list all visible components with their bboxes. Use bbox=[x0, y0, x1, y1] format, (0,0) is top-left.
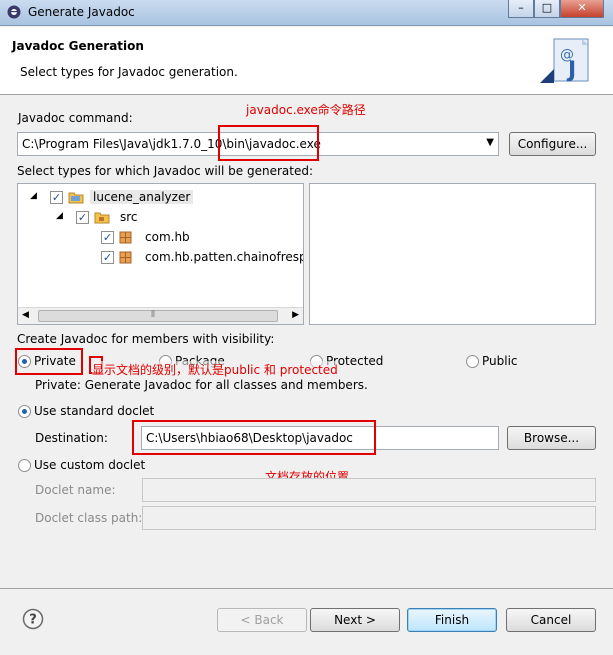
tree-label: lucene_analyzer bbox=[90, 190, 194, 204]
visibility-label: Create Javadoc for members with visibili… bbox=[17, 332, 275, 346]
next-button[interactable]: Next > bbox=[310, 608, 400, 632]
checkbox-package[interactable]: ✓ bbox=[101, 231, 114, 244]
radio-custom-doclet-label: Use custom doclet bbox=[34, 458, 146, 472]
close-button[interactable]: ✕ bbox=[560, 0, 604, 18]
scroll-thumb[interactable]: ⦀ bbox=[38, 310, 278, 322]
project-folder-icon bbox=[68, 192, 84, 204]
radio-custom-doclet[interactable]: Use custom doclet bbox=[18, 458, 178, 474]
types-label: Select types for which Javadoc will be g… bbox=[17, 164, 313, 178]
expand-arrow-icon[interactable]: ◢ bbox=[30, 191, 37, 201]
checkbox-project[interactable]: ✓ bbox=[50, 191, 63, 204]
annotation-box-private bbox=[15, 348, 83, 375]
radio-public-button[interactable] bbox=[466, 355, 479, 368]
radio-public[interactable]: Public bbox=[466, 354, 546, 370]
tree-label: com.hb bbox=[145, 230, 190, 244]
footer-separator bbox=[0, 588, 613, 589]
tree-horizontal-scrollbar[interactable]: ◀ ⦀ ▶ bbox=[18, 307, 303, 324]
minimize-button[interactable]: – bbox=[508, 0, 534, 18]
scroll-left-icon[interactable]: ◀ bbox=[22, 310, 29, 320]
source-folder-icon bbox=[94, 212, 110, 224]
tree-item-project[interactable]: ◢ ✓ lucene_analyzer bbox=[18, 188, 303, 208]
radio-custom-doclet-button[interactable] bbox=[18, 459, 31, 472]
svg-text:?: ? bbox=[29, 613, 37, 628]
maximize-button[interactable]: □ bbox=[534, 0, 560, 18]
destination-label: Destination: bbox=[35, 431, 108, 445]
browse-button[interactable]: Browse... bbox=[507, 426, 596, 450]
help-icon[interactable]: ? bbox=[22, 608, 44, 630]
page-title: Javadoc Generation bbox=[12, 39, 144, 53]
page-subtitle: Select types for Javadoc generation. bbox=[20, 65, 238, 79]
doclet-class-path-input bbox=[142, 506, 596, 530]
title-bar: Generate Javadoc – □ ✕ bbox=[0, 0, 613, 26]
svg-text:J: J bbox=[566, 58, 576, 83]
scroll-right-icon[interactable]: ▶ bbox=[292, 310, 299, 320]
finish-button[interactable]: Finish bbox=[407, 608, 497, 632]
tree-label: com.hb.patten.chainofrespo bbox=[145, 250, 303, 264]
annotation-javadoc-path: javadoc.exe命令路径 bbox=[246, 103, 366, 117]
grip-icon: ⦀ bbox=[151, 310, 155, 320]
radio-standard-doclet[interactable]: Use standard doclet bbox=[18, 404, 178, 420]
tree-label: src bbox=[120, 210, 138, 224]
visibility-description: Private: Generate Javadoc for all classe… bbox=[35, 378, 368, 392]
javadoc-command-label: Javadoc command: bbox=[18, 111, 133, 125]
doclet-name-label: Doclet name: bbox=[35, 483, 116, 497]
annotation-visibility-level: 显示文档的级别，默认是public 和 protected bbox=[92, 361, 338, 378]
configure-button[interactable]: Configure... bbox=[509, 132, 596, 156]
chevron-down-icon[interactable]: ▼ bbox=[486, 137, 494, 148]
radio-standard-doclet-label: Use standard doclet bbox=[34, 404, 155, 418]
annotation-box-destination bbox=[132, 420, 376, 455]
window-title: Generate Javadoc bbox=[28, 5, 135, 19]
package-icon bbox=[119, 251, 132, 264]
doclet-class-path-label: Doclet class path: bbox=[35, 511, 143, 525]
javadoc-wizard-icon: @ J bbox=[540, 38, 589, 83]
doclet-name-input bbox=[142, 478, 596, 502]
package-icon bbox=[119, 231, 132, 244]
radio-public-label: Public bbox=[482, 354, 518, 368]
tree-item-package[interactable]: ✓ com.hb.patten.chainofrespo bbox=[18, 248, 303, 268]
wizard-header: Javadoc Generation Select types for Java… bbox=[0, 27, 613, 95]
tree-item-package[interactable]: ✓ com.hb bbox=[18, 228, 303, 248]
back-button[interactable]: < Back bbox=[217, 608, 307, 632]
eclipse-icon bbox=[7, 5, 21, 19]
annotation-box-javadoc-exe bbox=[218, 125, 319, 161]
types-members-list[interactable] bbox=[309, 183, 596, 325]
checkbox-package[interactable]: ✓ bbox=[101, 251, 114, 264]
checkbox-src[interactable]: ✓ bbox=[76, 211, 89, 224]
expand-arrow-icon[interactable]: ◢ bbox=[56, 211, 63, 221]
tree-item-src[interactable]: ◢ ✓ src bbox=[18, 208, 303, 228]
radio-standard-doclet-button[interactable] bbox=[18, 405, 31, 418]
types-tree[interactable]: ◢ ✓ lucene_analyzer ◢ ✓ src ✓ com.hb ✓ c… bbox=[17, 183, 304, 325]
cancel-button[interactable]: Cancel bbox=[506, 608, 596, 632]
